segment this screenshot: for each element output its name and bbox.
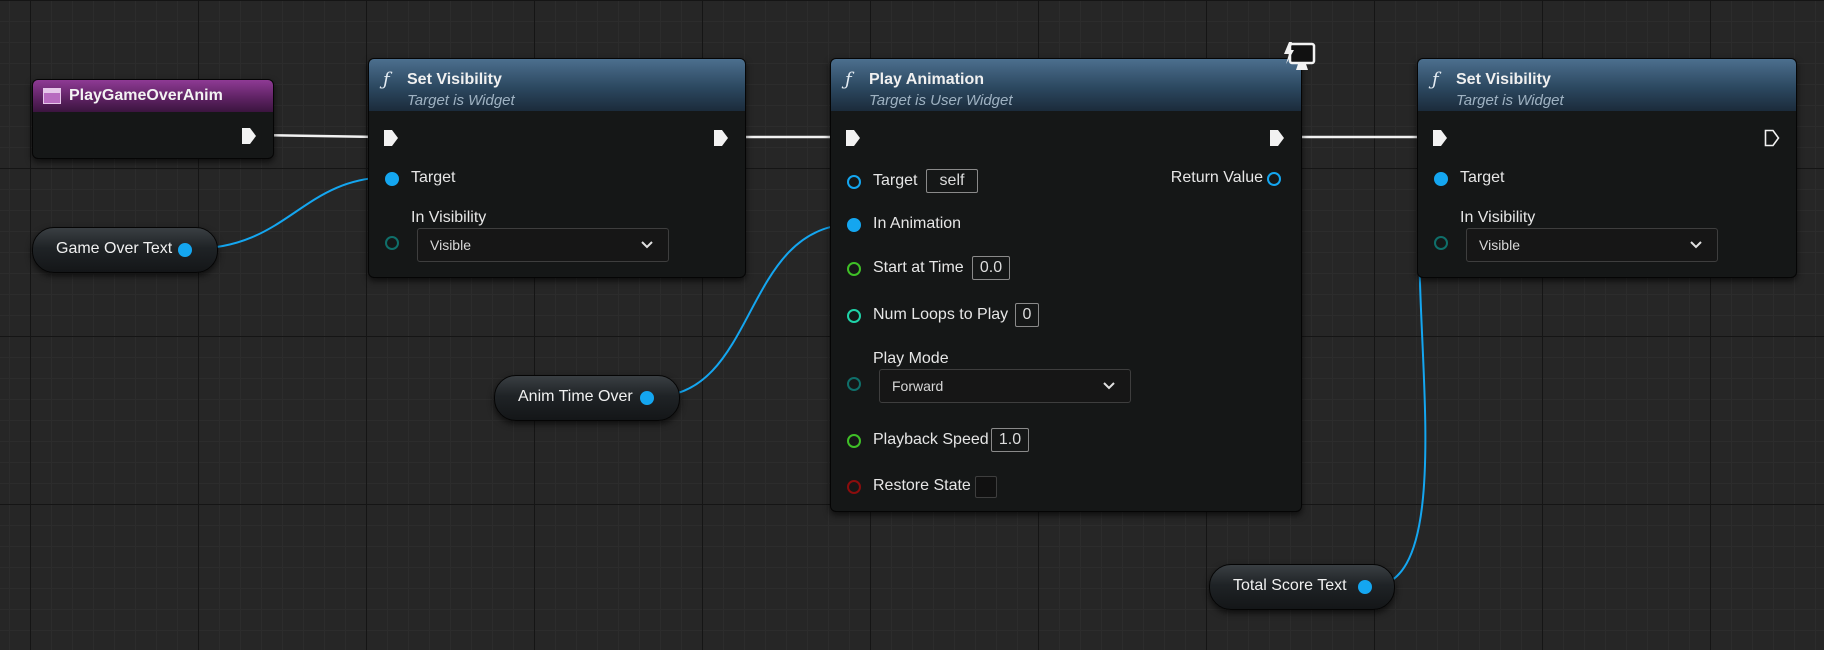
play-animation-playback-speed-pin[interactable] [847, 434, 861, 448]
set-visibility-1-visibility-dropdown[interactable]: Visible [417, 228, 669, 262]
play-animation-return-label: Return Value [1170, 169, 1263, 186]
chevron-down-icon [1103, 382, 1115, 390]
function-icon: ƒ [845, 69, 852, 90]
set-visibility-1-visibility-pin[interactable] [385, 236, 399, 250]
play-animation-play-mode-value: Forward [892, 378, 944, 394]
play-animation-target-pin[interactable] [847, 175, 861, 189]
function-icon: ƒ [383, 69, 390, 90]
set-visibility-1-subtitle: Target is Widget [407, 92, 515, 109]
event-exec-out-icon[interactable] [241, 127, 257, 145]
play-animation-play-mode-label: Play Mode [873, 350, 949, 367]
function-icon: ƒ [1432, 69, 1439, 90]
play-animation-header: ƒ Play Animation Target is User Widget [831, 59, 1301, 111]
play-animation-subtitle: Target is User Widget [869, 92, 1013, 109]
set-visibility-1-target-pin[interactable] [385, 172, 399, 186]
set-visibility-1-header: ƒ Set Visibility Target is Widget [369, 59, 745, 111]
set-visibility-2-target-label: Target [1460, 169, 1505, 186]
set-visibility-1-visibility-label: In Visibility [411, 209, 487, 226]
set-visibility-2-exec-in-icon[interactable] [1432, 129, 1448, 147]
play-animation-target-value[interactable]: self [926, 169, 978, 193]
play-animation-num-loops-value[interactable]: 0 [1015, 303, 1039, 327]
game-over-text-out-pin[interactable] [178, 243, 192, 257]
set-visibility-2-visibility-label: In Visibility [1460, 209, 1536, 226]
set-visibility-1-exec-in-icon[interactable] [383, 129, 399, 147]
play-animation-title: Play Animation [869, 71, 984, 88]
set-visibility-2-target-pin[interactable] [1434, 172, 1448, 186]
total-score-text-label: Total Score Text [1233, 577, 1347, 594]
play-animation-node[interactable]: ƒ Play Animation Target is User Widget T… [830, 58, 1302, 512]
set-visibility-2-title: Set Visibility [1456, 71, 1551, 88]
play-animation-start-time-label: Start at Time [873, 259, 964, 276]
play-animation-num-loops-pin[interactable] [847, 309, 861, 323]
play-animation-num-loops-label: Num Loops to Play [873, 306, 1009, 323]
play-animation-play-mode-dropdown[interactable]: Forward [879, 369, 1131, 403]
event-node-header: PlayGameOverAnim [33, 80, 273, 112]
play-animation-restore-state-checkbox[interactable] [975, 476, 997, 498]
set-visibility-2-exec-out-icon[interactable] [1764, 129, 1780, 147]
anim-time-over-label: Anim Time Over [518, 388, 633, 405]
total-score-text-variable[interactable]: Total Score Text [1209, 564, 1395, 610]
play-animation-start-time-value[interactable]: 0.0 [972, 256, 1010, 280]
play-animation-in-animation-label: In Animation [873, 215, 962, 232]
play-animation-restore-state-label: Restore State [873, 477, 971, 494]
set-visibility-node-2[interactable]: ƒ Set Visibility Target is Widget Target… [1417, 58, 1797, 278]
event-icon [43, 88, 61, 104]
set-visibility-2-subtitle: Target is Widget [1456, 92, 1564, 109]
event-node[interactable]: PlayGameOverAnim [32, 79, 274, 159]
game-over-text-variable[interactable]: Game Over Text [32, 227, 218, 273]
play-animation-in-animation-pin[interactable] [847, 218, 861, 232]
set-visibility-node-1[interactable]: ƒ Set Visibility Target is Widget Target… [368, 58, 746, 278]
set-visibility-1-title: Set Visibility [407, 71, 502, 88]
play-animation-target-label: Target [873, 172, 918, 189]
chevron-down-icon [641, 241, 653, 249]
play-animation-restore-state-pin[interactable] [847, 480, 861, 494]
play-animation-return-pin[interactable] [1267, 172, 1281, 186]
game-over-text-label: Game Over Text [56, 240, 173, 257]
play-animation-start-time-pin[interactable] [847, 262, 861, 276]
set-visibility-1-visibility-value: Visible [430, 237, 471, 253]
play-animation-playback-speed-value[interactable]: 1.0 [991, 428, 1029, 452]
set-visibility-2-visibility-value: Visible [1479, 237, 1520, 253]
event-node-title: PlayGameOverAnim [69, 87, 223, 104]
chevron-down-icon [1690, 241, 1702, 249]
play-animation-playback-speed-label: Playback Speed [873, 431, 989, 448]
data-wire-gameovertext-to-target [189, 176, 393, 250]
play-animation-play-mode-pin[interactable] [847, 377, 861, 391]
client-only-monitor-icon [1279, 40, 1319, 74]
total-score-text-out-pin[interactable] [1358, 580, 1372, 594]
set-visibility-1-exec-out-icon[interactable] [713, 129, 729, 147]
exec-wire-event-to-setvis1 [255, 133, 381, 139]
play-animation-exec-out-icon[interactable] [1269, 129, 1285, 147]
set-visibility-2-visibility-pin[interactable] [1434, 236, 1448, 250]
set-visibility-2-visibility-dropdown[interactable]: Visible [1466, 228, 1718, 262]
anim-time-over-out-pin[interactable] [640, 391, 654, 405]
set-visibility-2-header: ƒ Set Visibility Target is Widget [1418, 59, 1796, 111]
set-visibility-1-target-label: Target [411, 169, 456, 186]
anim-time-over-variable[interactable]: Anim Time Over [494, 375, 680, 421]
play-animation-exec-in-icon[interactable] [845, 129, 861, 147]
